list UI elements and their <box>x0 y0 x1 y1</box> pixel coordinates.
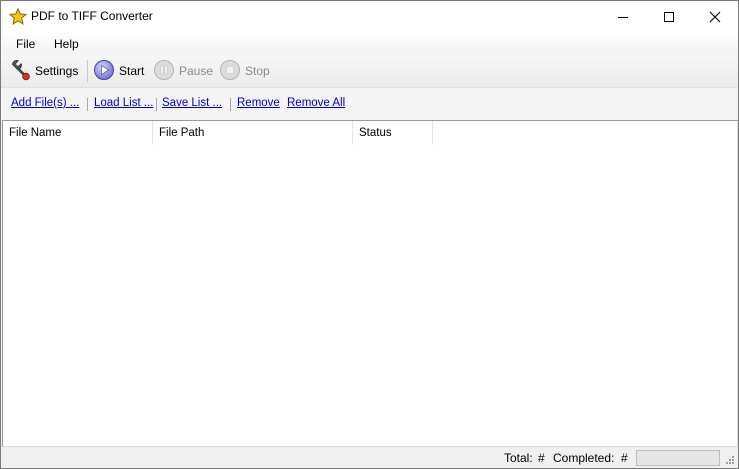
save-list-link[interactable]: Save List ... <box>162 97 222 109</box>
link-bar: Add File(s) ... Load List ... Save List … <box>1 87 738 120</box>
maximize-icon <box>664 11 674 22</box>
stop-button[interactable]: Stop <box>219 59 270 83</box>
pause-icon <box>153 59 175 84</box>
window-title: PDF to TIFF Converter <box>31 9 153 23</box>
column-header-status[interactable]: Status <box>353 121 433 145</box>
settings-button[interactable]: Settings <box>9 59 78 83</box>
file-list-header: File Name File Path Status <box>3 121 433 145</box>
wrench-icon <box>9 59 31 84</box>
completed-value: # <box>621 451 628 465</box>
progress-bar <box>636 450 720 466</box>
link-separator <box>87 98 88 111</box>
column-header-file-name[interactable]: File Name <box>3 121 153 145</box>
menu-bar: File Help <box>1 32 738 55</box>
menu-file[interactable]: File <box>16 37 35 51</box>
menu-help[interactable]: Help <box>54 37 79 51</box>
play-icon <box>93 59 115 84</box>
column-header-file-path[interactable]: File Path <box>153 121 353 145</box>
total-label: Total: <box>504 451 533 465</box>
resize-grip-icon[interactable] <box>725 454 735 464</box>
link-separator <box>156 98 157 111</box>
stop-label: Stop <box>245 64 270 78</box>
title-bar[interactable]: PDF to TIFF Converter <box>1 1 738 32</box>
load-list-link[interactable]: Load List ... <box>94 97 153 109</box>
pause-label: Pause <box>179 64 214 78</box>
remove-all-link[interactable]: Remove All <box>287 97 345 109</box>
settings-label: Settings <box>35 64 79 78</box>
close-button[interactable] <box>692 1 738 32</box>
total-value: # <box>538 451 545 465</box>
link-separator <box>230 98 231 111</box>
status-bar: Total: # Completed: # <box>1 448 738 468</box>
minimize-button[interactable] <box>600 1 646 32</box>
app-window: PDF to TIFF Converter File Help Settings <box>0 0 739 469</box>
start-label: Start <box>119 64 145 78</box>
start-button[interactable]: Start <box>93 59 144 83</box>
close-icon <box>709 11 721 22</box>
remove-link[interactable]: Remove <box>237 97 280 109</box>
maximize-button[interactable] <box>646 1 692 32</box>
toolbar-separator <box>87 60 88 82</box>
file-list[interactable]: File Name File Path Status <box>2 120 738 447</box>
pause-button[interactable]: Pause <box>153 59 213 83</box>
completed-label: Completed: <box>553 451 615 465</box>
toolbar: Settings Start Pause Stop <box>1 55 738 87</box>
minimize-icon <box>618 16 628 18</box>
star-icon <box>8 7 28 26</box>
add-files-link[interactable]: Add File(s) ... <box>11 97 79 109</box>
stop-icon <box>219 59 241 84</box>
